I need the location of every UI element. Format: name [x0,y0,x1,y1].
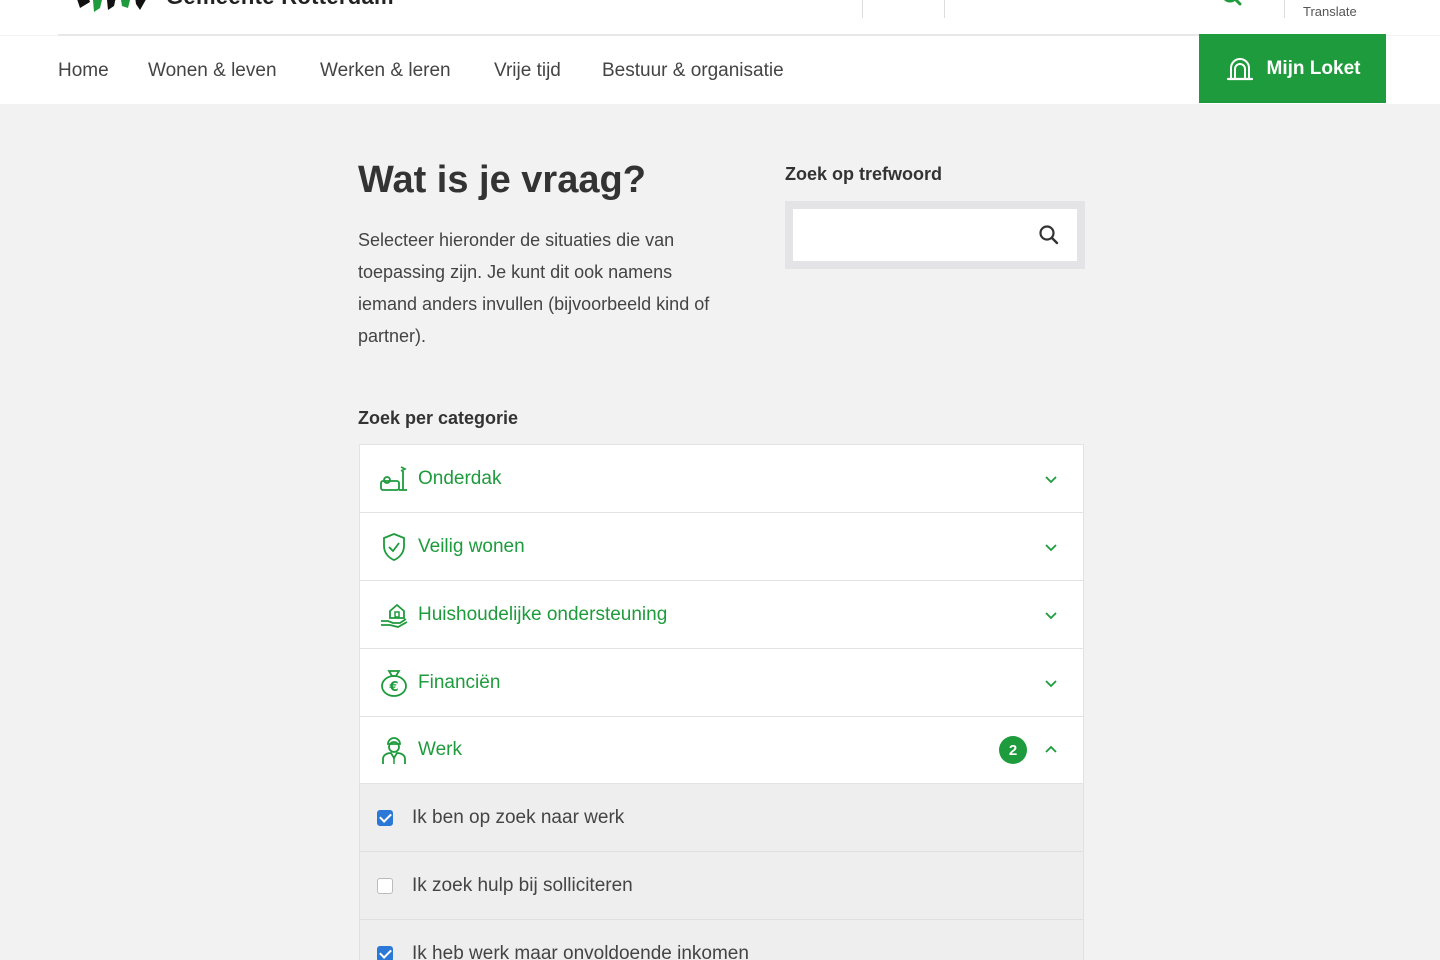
checkbox-checked[interactable] [377,945,393,960]
nav-item-werken-leren[interactable]: Werken & leren [320,60,451,82]
category-label-huishoudelijke-ondersteuning: Huishoudelijke ondersteuning [418,603,668,625]
option-label: Ik heb werk maar onvoldoende inkomen [412,942,749,960]
top-bar: Gemeente Rotterdam Translate [0,0,1440,36]
shelter-icon [380,465,407,491]
checkbox-checked[interactable] [377,809,393,826]
shield-check-icon [383,532,405,561]
search-container [785,201,1085,269]
logo-icon [77,0,146,12]
nav-item-home[interactable]: Home [58,60,109,82]
werk-options: Ik ben op zoek naar werk Ik zoek hulp bi… [359,784,1084,960]
category-veilig-wonen[interactable]: Veilig wonen [359,512,1084,580]
category-label-werk: Werk [418,739,462,760]
search-icon[interactable] [1219,0,1245,10]
page-title: Wat is je vraag? [358,159,646,201]
money-bag-icon: € [381,669,407,697]
logo-text: Gemeente Rotterdam [166,0,394,10]
main-nav: Home Wonen & leven Werken & leren Vrije … [0,34,1440,104]
divider [862,0,863,18]
divider [1284,0,1285,18]
intro-text: Selecteer hieronder de situaties die van… [358,230,710,346]
category-werk[interactable]: Werk 2 [359,716,1084,784]
main-content: Wat is je vraag? Selecteer hieronder de … [0,104,1440,960]
category-financien[interactable]: € Financiën [359,648,1084,716]
category-label: Zoek per categorie [358,408,519,428]
category-accordion: Onderdak Veilig wonen Huishoudelijke ond… [359,444,1084,784]
list-item[interactable]: Ik zoek hulp bij solliciteren [359,852,1084,920]
logo[interactable]: Gemeente Rotterdam [70,0,394,16]
chevron-down-icon [1045,543,1057,551]
search-box [793,209,1077,261]
search-input[interactable] [793,209,1033,261]
search-label: Zoek op trefwoord [785,164,942,184]
selected-count-badge: 2 [999,736,1027,764]
chevron-down-icon [1045,679,1057,687]
option-label: Ik ben op zoek naar werk [412,806,625,828]
nav-item-bestuur-organisatie[interactable]: Bestuur & organisatie [602,60,784,82]
list-item[interactable]: Ik heb werk maar onvoldoende inkomen [359,920,1084,960]
divider [944,0,945,18]
chevron-down-icon [1045,475,1057,483]
worker-icon [382,737,406,764]
category-label-veilig-wonen: Veilig wonen [418,535,525,557]
translate-link[interactable]: Translate [1303,4,1357,19]
checkbox-unchecked[interactable] [377,877,393,894]
search-icon[interactable] [1037,223,1061,247]
nav-item-wonen-leven[interactable]: Wonen & leven [148,60,277,82]
category-onderdak[interactable]: Onderdak [359,444,1084,512]
svg-text:€: € [388,680,398,695]
mijn-loket-label: Mijn Loket [1266,57,1361,79]
option-label: Ik zoek hulp bij solliciteren [412,874,633,896]
mijn-loket-button[interactable]: Mijn Loket [1199,34,1386,103]
chevron-up-icon [1045,745,1057,753]
hand-house-icon [381,603,408,628]
chevron-down-icon [1045,611,1057,619]
category-huishoudelijke-ondersteuning[interactable]: Huishoudelijke ondersteuning [359,580,1084,648]
list-item[interactable]: Ik ben op zoek naar werk [359,784,1084,852]
nav-item-vrije-tijd[interactable]: Vrije tijd [494,60,561,82]
category-label-onderdak: Onderdak [418,467,502,489]
category-label-financien: Financiën [418,671,501,693]
counter-bell-icon [1226,57,1253,80]
